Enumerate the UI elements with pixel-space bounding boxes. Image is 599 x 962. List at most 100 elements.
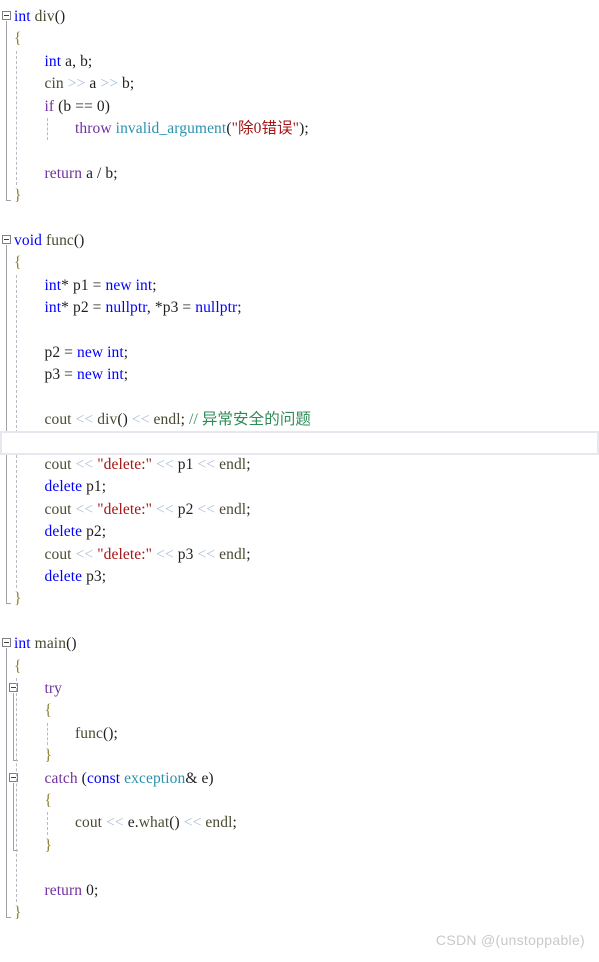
token-kwctl: catch	[44, 769, 78, 787]
token-plain: a / b;	[82, 164, 118, 182]
token-brace: }	[14, 187, 22, 205]
token-type: exception	[124, 769, 186, 787]
code-line[interactable]: cin >> a >> b;	[45, 73, 135, 95]
token-func: func	[45, 232, 74, 249]
code-line[interactable]: int div()	[14, 6, 65, 28]
code-line[interactable]: p3 = new int;	[45, 364, 129, 386]
code-line[interactable]: cout << div() << endl; // 异常安全的问题	[45, 409, 312, 431]
token-func: endl	[205, 814, 233, 832]
code-line[interactable]: delete p2;	[45, 521, 107, 543]
code-line[interactable]: cout << e.what() << endl;	[75, 812, 237, 834]
token-plain: p3	[173, 545, 198, 563]
token-plain: a, b;	[61, 52, 93, 70]
token-plain: (	[77, 769, 87, 787]
code-line[interactable]: }	[14, 902, 22, 924]
token-func: div	[97, 411, 118, 429]
code-line[interactable]: throw invalid_argument("除0错误");	[75, 118, 309, 140]
code-line[interactable]: {	[14, 656, 22, 678]
token-func: what	[138, 814, 170, 832]
code-line[interactable]: {	[14, 252, 22, 274]
code-line[interactable]: delete p3;	[45, 566, 107, 588]
token-kw: int	[44, 276, 62, 294]
code-line[interactable]: catch (const exception& e)	[45, 768, 214, 790]
code-line[interactable]: {	[45, 700, 53, 722]
token-plain: ;	[123, 344, 129, 361]
code-line[interactable]: cout << "delete:" << p3 << endl;	[45, 544, 251, 566]
code-line[interactable]: return a / b;	[45, 163, 118, 185]
token-brace: {	[14, 657, 22, 675]
token-plain: p1;	[82, 478, 107, 496]
code-line[interactable]: void func()	[14, 230, 84, 252]
token-func: main	[34, 635, 67, 653]
code-line[interactable]: cout << "delete:" << p2 << endl;	[45, 499, 251, 521]
csdn-watermark: CSDN @(unstoppable)	[435, 932, 585, 948]
token-plain: ;	[93, 881, 99, 899]
code-line[interactable]: try	[45, 678, 63, 700]
code-line[interactable]: int a, b;	[45, 51, 93, 73]
token-strm: <<	[75, 545, 94, 563]
token-plain: p2	[173, 500, 198, 518]
token-brace: {	[44, 792, 53, 809]
token-plain: p1	[173, 456, 198, 473]
code-line[interactable]: {	[45, 790, 53, 812]
code-line[interactable]: int* p1 = new int;	[45, 275, 157, 297]
token-plain: * p1 =	[61, 276, 106, 294]
token-kwctl: if	[44, 97, 55, 115]
token-kwctl: throw	[75, 120, 112, 137]
token-strm: <<	[156, 456, 174, 473]
token-func: endl	[153, 411, 181, 429]
token-plain: ;	[237, 299, 242, 317]
code-line[interactable]: }	[14, 588, 22, 610]
token-strm: >>	[67, 75, 86, 93]
token-plain: & e)	[185, 769, 214, 787]
token-kw: nullptr	[105, 299, 147, 317]
token-punc: ()	[169, 814, 180, 832]
token-plain: p2 =	[44, 344, 77, 361]
code-line[interactable]: func();	[75, 723, 118, 745]
token-str: "delete:"	[97, 456, 153, 473]
token-kw: int	[44, 52, 62, 70]
token-plain: ;	[123, 366, 129, 384]
token-cmt: // 异常安全的问题	[189, 411, 312, 429]
token-kw: int	[135, 276, 153, 294]
token-func: endl	[219, 456, 247, 473]
code-line[interactable]: {	[14, 28, 22, 50]
token-strm: <<	[75, 411, 94, 429]
token-kw: int	[107, 366, 124, 384]
code-line[interactable]: int* p2 = nullptr, *p3 = nullptr;	[45, 297, 242, 319]
code-line[interactable]: int main()	[14, 633, 77, 655]
token-strm: <<	[197, 545, 216, 563]
token-func: cout	[44, 545, 72, 563]
token-strm: <<	[75, 456, 94, 473]
token-plain: , *p3 =	[146, 299, 196, 317]
token-strm: <<	[197, 456, 216, 473]
code-line[interactable]: }	[14, 185, 22, 207]
token-kw: nullptr	[195, 299, 238, 317]
code-line[interactable]: if (b == 0)	[45, 96, 111, 118]
token-kw: new	[77, 344, 104, 361]
code-line[interactable]: p2 = new int;	[45, 342, 129, 364]
token-func: div	[34, 8, 55, 25]
token-punc: ()	[54, 8, 66, 25]
token-punc: ()	[73, 232, 85, 249]
token-kwctl: try	[44, 680, 63, 697]
code-line[interactable]: cout << "delete:" << p1 << endl;	[45, 454, 251, 476]
code-line[interactable]: }	[45, 745, 53, 767]
token-plain: e.	[123, 814, 139, 832]
token-punc: ()	[66, 635, 77, 653]
code-text-area[interactable]: int div(){int a, b; cin >> a >> b; if (b =…	[0, 0, 599, 962]
code-line[interactable]: delete p1;	[45, 476, 107, 498]
token-type: invalid_argument	[115, 120, 227, 137]
token-kw: new	[77, 366, 104, 384]
token-func: cin	[44, 75, 64, 93]
token-plain: * p2 =	[61, 299, 106, 317]
code-line[interactable]: }	[45, 835, 53, 857]
token-plain: ;	[180, 411, 190, 429]
token-num: 0	[86, 881, 94, 899]
token-func: cout	[75, 814, 103, 832]
token-plain: ;	[246, 456, 251, 473]
code-editor[interactable]: int div(){int a, b; cin >> a >> b; if (b =…	[0, 0, 599, 962]
token-brace: {	[14, 30, 22, 48]
token-kw: delete	[44, 523, 83, 541]
code-line[interactable]: return 0;	[45, 880, 99, 902]
